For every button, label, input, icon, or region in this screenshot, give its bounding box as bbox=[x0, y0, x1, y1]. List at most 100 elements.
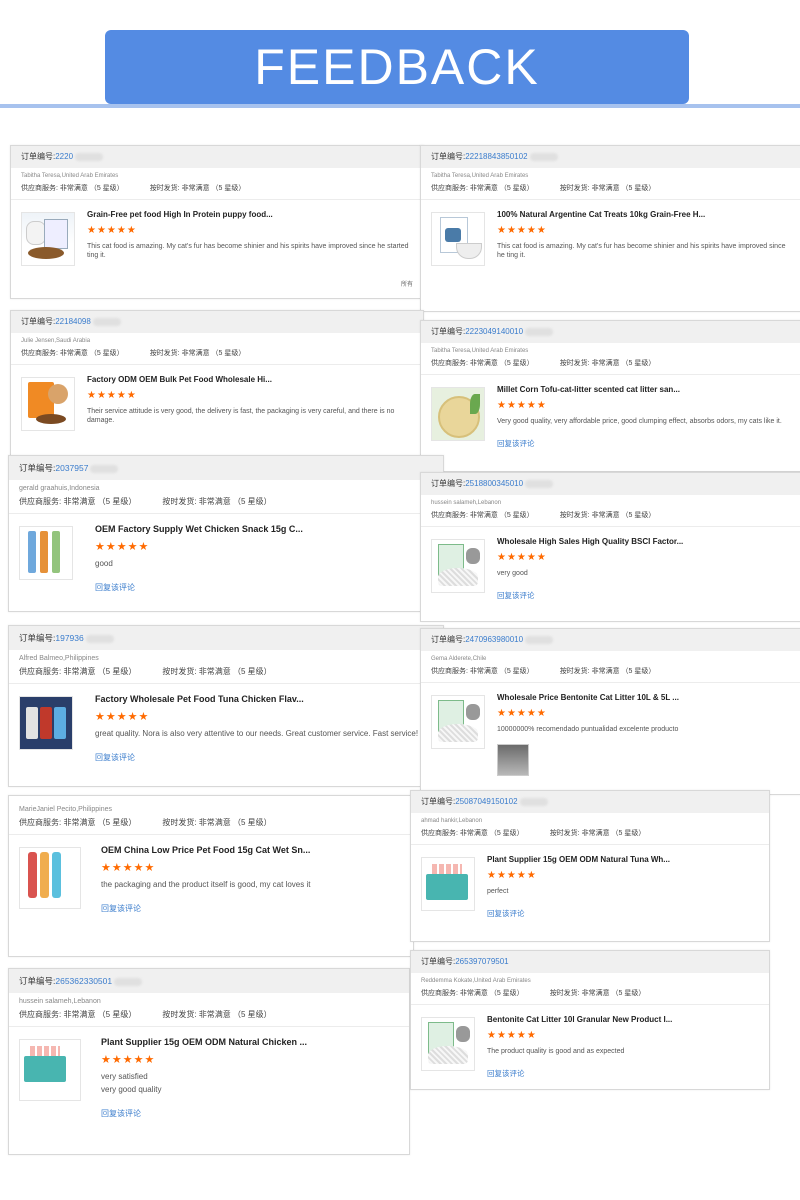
star-rating: ★★★★★ bbox=[87, 225, 137, 236]
order-number[interactable]: 22184098 bbox=[55, 317, 91, 326]
rating-row: 供应商服务: 非常满意 （5 星级） 按时发货: 非常满意 （5 星级） bbox=[411, 984, 769, 1005]
banner-underline bbox=[0, 104, 800, 108]
product-image[interactable] bbox=[431, 387, 485, 441]
review-photo[interactable] bbox=[497, 744, 529, 777]
product-image[interactable] bbox=[431, 539, 485, 593]
review-text: Very good quality, very affordable price… bbox=[497, 418, 782, 425]
rating-row: 供应商服务: 非常满意 （5 星级） 按时发货: 非常满意 （5 星级） bbox=[411, 824, 769, 845]
buyer-name: Reddemma Kokate,United Arab Emirates bbox=[421, 978, 531, 984]
feedback-card: 订单编号:22184098 Julie Jensen,Saudi Arabia … bbox=[10, 310, 424, 464]
feedback-card: 订单编号:2518800345010 hussein salameh,Leban… bbox=[420, 472, 800, 622]
product-image[interactable] bbox=[421, 1017, 475, 1071]
star-rating: ★★★★★ bbox=[95, 541, 150, 553]
feedback-card: 订单编号:2037957 gerald graahuis,Indonesia 供… bbox=[8, 455, 444, 612]
order-number[interactable]: 2037957 bbox=[55, 463, 88, 473]
order-number[interactable]: 2470963980010 bbox=[465, 635, 523, 644]
rating-row: 供应商服务: 非常满意 （5 星级） 按时发货: 非常满意 （5 星级） bbox=[9, 492, 443, 514]
product-image[interactable] bbox=[431, 695, 485, 749]
order-header: 订单编号:2220 bbox=[11, 146, 423, 168]
product-image[interactable] bbox=[421, 857, 475, 911]
buyer-name: Tabitha Teresa,United Arab Emirates bbox=[21, 173, 119, 179]
buyer-name: Julie Jensen,Saudi Arabia bbox=[21, 338, 91, 344]
rating-row: 供应商服务: 非常满意 （5 星级） 按时发货: 非常满意 （5 星级） bbox=[421, 506, 800, 527]
buyer-name: hussein salameh,Lebanon bbox=[431, 500, 502, 506]
product-image[interactable] bbox=[19, 526, 73, 580]
product-title[interactable]: Bentonite Cat Litter 10l Granular New Pr… bbox=[487, 1015, 759, 1024]
product-title[interactable]: Factory ODM OEM Bulk Pet Food Wholesale … bbox=[87, 375, 413, 384]
rating-row: 供应商服务: 非常满意 （5 星级） 按时发货: 非常满意 （5 星级） bbox=[421, 662, 800, 683]
product-image[interactable] bbox=[19, 1039, 81, 1101]
product-title[interactable]: Plant Supplier 15g OEM ODM Natural Tuna … bbox=[487, 855, 759, 864]
order-number[interactable]: 22218843850102 bbox=[465, 152, 527, 161]
feedback-banner: FEEDBACK bbox=[105, 30, 689, 104]
buyer-name: ahmad hankir,Lebanon bbox=[421, 818, 483, 824]
review-text: This cat food is amazing. My cat's fur h… bbox=[497, 243, 786, 260]
reply-link[interactable]: 回复该评论 bbox=[487, 1068, 759, 1079]
review-text: 10000000% recomendado puntualidad excele… bbox=[497, 726, 679, 733]
product-title[interactable]: Millet Corn Tofu-cat-litter scented cat … bbox=[497, 385, 791, 394]
product-image[interactable] bbox=[19, 696, 73, 750]
buyer-name: hussein salameh,Lebanon bbox=[19, 998, 101, 1005]
review-text: good bbox=[95, 559, 113, 568]
review-text: the packaging and the product itself is … bbox=[101, 880, 311, 889]
order-number[interactable]: 2223049140010 bbox=[465, 327, 523, 336]
product-title[interactable]: OEM China Low Price Pet Food 15g Cat Wet… bbox=[101, 845, 403, 855]
buyer-name: Tabitha Teresa,United Arab Emirates bbox=[431, 348, 529, 354]
feedback-card: 订单编号:22218843850102 Tabitha Teresa,Unite… bbox=[420, 145, 800, 312]
star-rating: ★★★★★ bbox=[101, 1054, 156, 1066]
order-header: 订单编号:22184098 bbox=[11, 311, 423, 333]
order-header: 订单编号:2037957 bbox=[9, 456, 443, 480]
rating-row: 供应商服务: 非常满意 （5 星级） 按时发货: 非常满意 （5 星级） bbox=[9, 1005, 409, 1027]
order-header: 订单编号:265397079501 bbox=[411, 951, 769, 973]
reply-link[interactable]: 回复该评论 bbox=[487, 908, 759, 919]
reply-link[interactable]: 回复该评论 bbox=[497, 590, 791, 601]
order-number[interactable]: 265362330501 bbox=[55, 976, 112, 986]
star-rating: ★★★★★ bbox=[487, 1030, 537, 1041]
star-rating: ★★★★★ bbox=[497, 552, 547, 563]
star-rating: ★★★★★ bbox=[487, 870, 537, 881]
reply-link[interactable]: 回复该评论 bbox=[95, 582, 433, 593]
buyer-name: Gema Alderete,Chile bbox=[431, 656, 487, 662]
product-title[interactable]: Grain-Free pet food High In Protein pupp… bbox=[87, 210, 413, 219]
star-rating: ★★★★★ bbox=[497, 225, 547, 236]
reply-link[interactable]: 回复该评论 bbox=[101, 903, 403, 914]
order-header: 订单编号:25087049150102 bbox=[411, 791, 769, 813]
rating-row: 供应商服务: 非常满意 （5 星级） 按时发货: 非常满意 （5 星级） bbox=[11, 179, 423, 200]
order-header: 订单编号:22218843850102 bbox=[421, 146, 800, 168]
order-header: 订单编号:197936 bbox=[9, 626, 443, 650]
review-text: very satisfied bbox=[101, 1072, 148, 1081]
product-image[interactable] bbox=[19, 847, 81, 909]
review-text: Their service attitude is very good, the… bbox=[87, 408, 395, 425]
feedback-card: 订单编号:2470963980010 Gema Alderete,Chile 供… bbox=[420, 628, 800, 795]
feedback-card: 订单编号:265397079501 Reddemma Kokate,United… bbox=[410, 950, 770, 1090]
product-image[interactable] bbox=[431, 212, 485, 266]
order-number[interactable]: 25087049150102 bbox=[455, 797, 517, 806]
product-image[interactable] bbox=[21, 212, 75, 266]
rating-row: 供应商服务: 非常满意 （5 星级） 按时发货: 非常满意 （5 星级） bbox=[11, 344, 423, 365]
review-text: This cat food is amazing. My cat's fur h… bbox=[87, 243, 409, 260]
buyer-name: Tabitha Teresa,United Arab Emirates bbox=[431, 173, 529, 179]
order-number[interactable]: 2518800345010 bbox=[465, 479, 523, 488]
product-image[interactable] bbox=[21, 377, 75, 431]
order-number[interactable]: 197936 bbox=[55, 633, 83, 643]
feedback-card: 订单编号:2220 Tabitha Teresa,United Arab Emi… bbox=[10, 145, 424, 299]
product-title[interactable]: Wholesale High Sales High Quality BSCI F… bbox=[497, 537, 791, 546]
order-number[interactable]: 2220 bbox=[55, 152, 73, 161]
banner-title: FEEDBACK bbox=[254, 39, 540, 95]
rating-row: 供应商服务: 非常满意 （5 星级） 按时发货: 非常满意 （5 星级） bbox=[9, 662, 443, 684]
product-title[interactable]: 100% Natural Argentine Cat Treats 10kg G… bbox=[497, 210, 791, 219]
star-rating: ★★★★★ bbox=[101, 862, 156, 874]
review-text: great quality. Nora is also very attenti… bbox=[95, 729, 419, 738]
reply-link[interactable]: 回复该评论 bbox=[95, 752, 433, 763]
product-title[interactable]: OEM Factory Supply Wet Chicken Snack 15g… bbox=[95, 524, 433, 534]
product-title[interactable]: Wholesale Price Bentonite Cat Litter 10L… bbox=[497, 693, 791, 702]
product-title[interactable]: Factory Wholesale Pet Food Tuna Chicken … bbox=[95, 694, 433, 704]
reply-link[interactable]: 回复该评论 bbox=[497, 438, 791, 449]
order-number[interactable]: 265397079501 bbox=[455, 957, 508, 966]
order-header: 订单编号:2223049140010 bbox=[421, 321, 800, 343]
review-text: very good bbox=[497, 570, 528, 577]
review-text: The product quality is good and as expec… bbox=[487, 1048, 625, 1055]
reply-link[interactable]: 回复该评论 bbox=[101, 1108, 399, 1119]
order-header: 订单编号:2518800345010 bbox=[421, 473, 800, 495]
product-title[interactable]: Plant Supplier 15g OEM ODM Natural Chick… bbox=[101, 1037, 399, 1047]
